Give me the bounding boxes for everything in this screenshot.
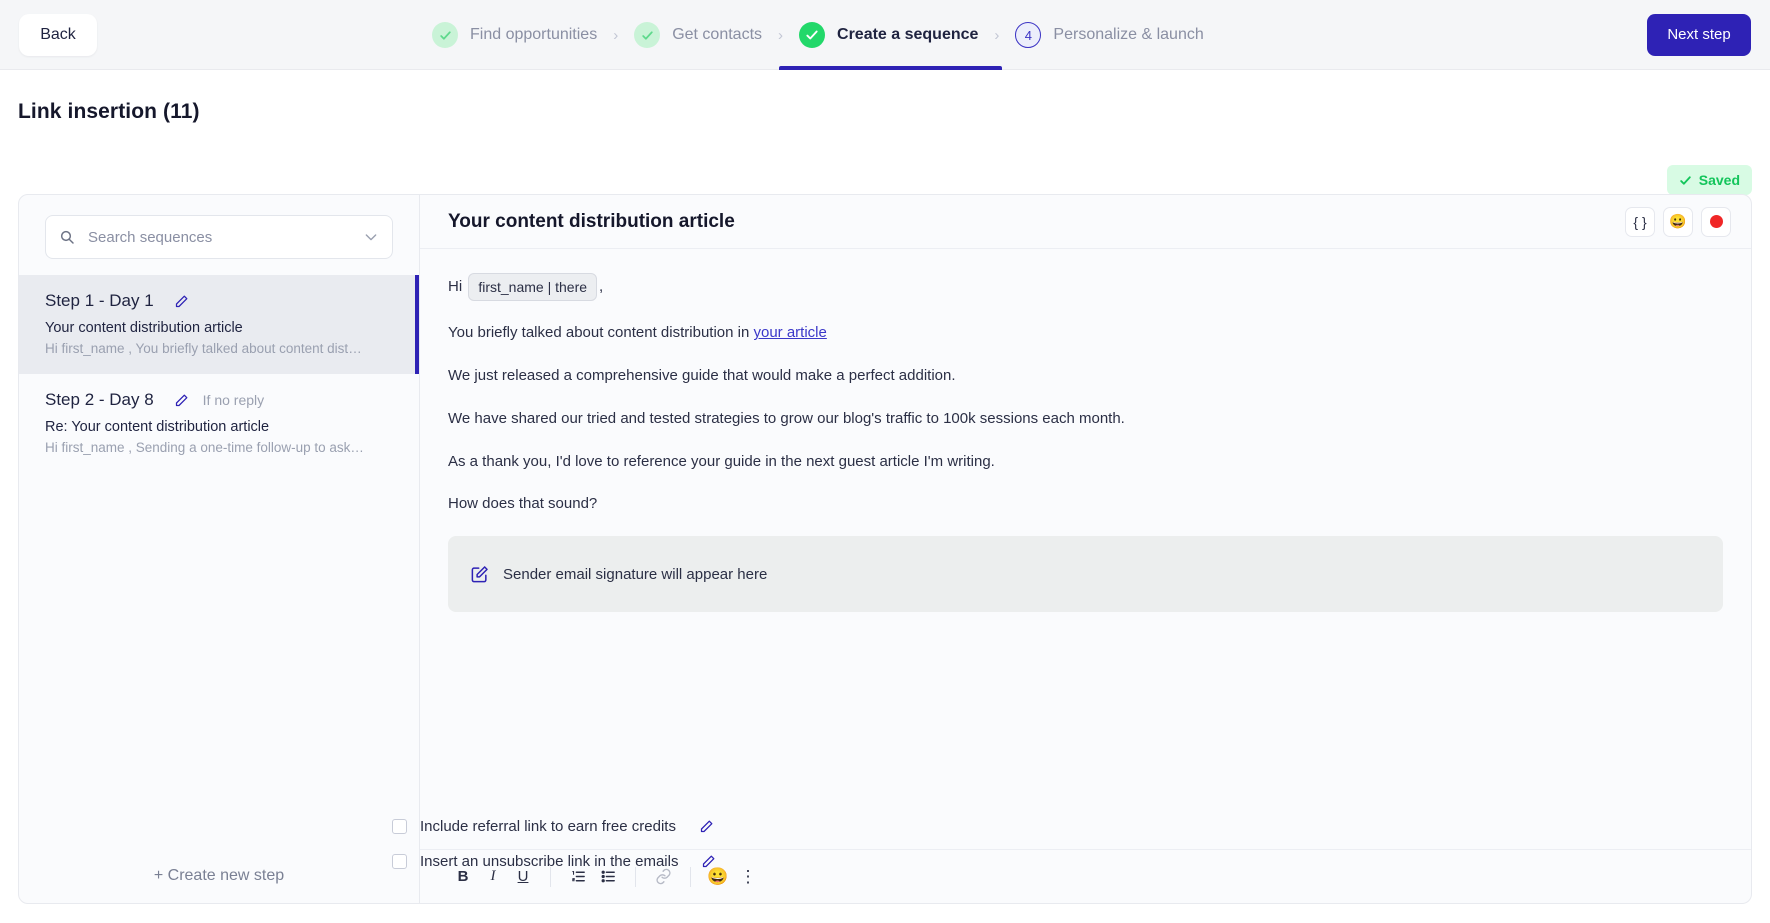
email-signature-placeholder[interactable]: Sender email signature will appear here: [448, 536, 1723, 613]
check-icon: [634, 22, 661, 48]
variables-icon[interactable]: { }: [1625, 206, 1655, 237]
option-row-unsubscribe-link: Insert an unsubscribe link in the emails: [392, 853, 716, 870]
signature-placeholder-text: Sender email signature will appear here: [503, 565, 768, 583]
email-body[interactable]: Hi first_name | there, You briefly talke…: [420, 249, 1751, 849]
step-personalize-and-launch[interactable]: 4 Personalize & launch: [1013, 0, 1205, 70]
chevron-right-icon: ›: [778, 26, 784, 44]
email-subject-title[interactable]: Your content distribution article: [448, 211, 735, 233]
check-icon: [432, 22, 458, 48]
status-badge-saved: Saved: [1666, 165, 1752, 195]
email-editor-panel: Your content distribution article { } 😀 …: [420, 194, 1752, 904]
body-line-2-text: You briefly talked about content distrib…: [448, 324, 754, 342]
greeting-suffix: ,: [599, 278, 604, 296]
option-row-referral-link: Include referral link to earn free credi…: [392, 818, 716, 835]
step-2-condition: If no reply: [202, 392, 265, 408]
edit-pencil-icon[interactable]: [174, 393, 189, 408]
step-2-name: Step 2 - Day 8: [45, 390, 154, 409]
step-label: Personalize & launch: [1053, 26, 1204, 43]
page-title: Link insertion (11): [18, 100, 200, 123]
step-label: Get contacts: [672, 26, 763, 43]
search-section: [19, 195, 419, 275]
step-1-preview: Hi first_name , You briefly talked about…: [45, 341, 365, 356]
check-icon: [799, 22, 826, 48]
step-2-preview: Hi first_name , Sending a one-time follo…: [45, 440, 365, 455]
edit-pencil-icon[interactable]: [174, 294, 189, 309]
step-1-name: Step 1 - Day 1: [45, 291, 154, 310]
body-greeting: Hi first_name | there,: [448, 273, 1723, 302]
progress-stepper: Find opportunities › Get contacts › Crea…: [430, 0, 1206, 70]
more-options-button[interactable]: ⋮: [733, 862, 763, 892]
chevron-right-icon: ›: [994, 26, 1000, 44]
signature-edit-icon: [470, 565, 489, 584]
emoji-icon[interactable]: 😀: [1663, 206, 1693, 237]
step-2-subject: Re: Your content distribution article: [45, 419, 270, 435]
record-icon[interactable]: [1701, 206, 1731, 237]
step-find-opportunities[interactable]: Find opportunities: [430, 0, 599, 70]
variable-token-first-name[interactable]: first_name | there: [468, 273, 598, 302]
step-1-subject: Your content distribution article: [45, 320, 243, 336]
sidebar-step-item-2[interactable]: Step 2 - Day 8 If no reply Re: Your cont…: [19, 374, 419, 473]
back-button[interactable]: Back: [19, 13, 97, 56]
sidebar-step-item-1[interactable]: Step 1 - Day 1 Your content distribution…: [19, 275, 419, 374]
step-get-contacts[interactable]: Get contacts: [632, 0, 764, 70]
body-line-5: As a thank you, I'd love to reference yo…: [448, 452, 995, 470]
search-icon: [59, 229, 75, 245]
step-label: Find opportunities: [470, 26, 598, 43]
step-2-header: Step 2 - Day 8 If no reply: [45, 390, 393, 410]
top-navigation-bar: Back Find opportunities › Get contacts ›…: [0, 0, 1770, 70]
editor-header-tools: { } 😀: [1625, 206, 1731, 237]
footer-options: Include referral link to earn free credi…: [392, 818, 716, 888]
check-icon: [1679, 174, 1692, 187]
body-link-your-article[interactable]: your article: [753, 324, 826, 341]
unsubscribe-link-label: Insert an unsubscribe link in the emails: [420, 853, 679, 870]
record-dot: [1709, 215, 1723, 228]
editor-header: Your content distribution article { } 😀: [420, 195, 1751, 249]
step-label: Create a sequence: [837, 26, 979, 43]
saved-label: Saved: [1698, 172, 1740, 188]
create-new-step-button[interactable]: + Create new step: [19, 867, 419, 885]
next-step-button[interactable]: Next step: [1647, 13, 1751, 56]
referral-link-label: Include referral link to earn free credi…: [420, 818, 676, 835]
main-content: Step 1 - Day 1 Your content distribution…: [18, 194, 1752, 904]
greeting-prefix: Hi: [448, 278, 463, 296]
step-number-badge: 4: [1015, 22, 1042, 48]
step-1-header: Step 1 - Day 1: [45, 291, 393, 311]
referral-link-checkbox[interactable]: [392, 819, 407, 834]
sequence-steps-sidebar: Step 1 - Day 1 Your content distribution…: [18, 194, 420, 904]
chevron-down-icon[interactable]: [363, 229, 379, 245]
search-input[interactable]: [86, 227, 352, 247]
search-sequences-box[interactable]: [45, 215, 393, 259]
chevron-right-icon: ›: [613, 26, 619, 44]
body-line-3: We just released a comprehensive guide t…: [448, 367, 956, 385]
step-create-a-sequence[interactable]: Create a sequence: [778, 0, 1003, 70]
body-line-6: How does that sound?: [448, 495, 598, 513]
edit-pencil-icon[interactable]: [699, 819, 714, 834]
body-line-2: You briefly talked about content distrib…: [448, 322, 1723, 344]
unsubscribe-link-checkbox[interactable]: [392, 854, 407, 869]
body-line-4: We have shared our tried and tested stra…: [448, 409, 1125, 427]
edit-pencil-icon[interactable]: [701, 854, 716, 869]
